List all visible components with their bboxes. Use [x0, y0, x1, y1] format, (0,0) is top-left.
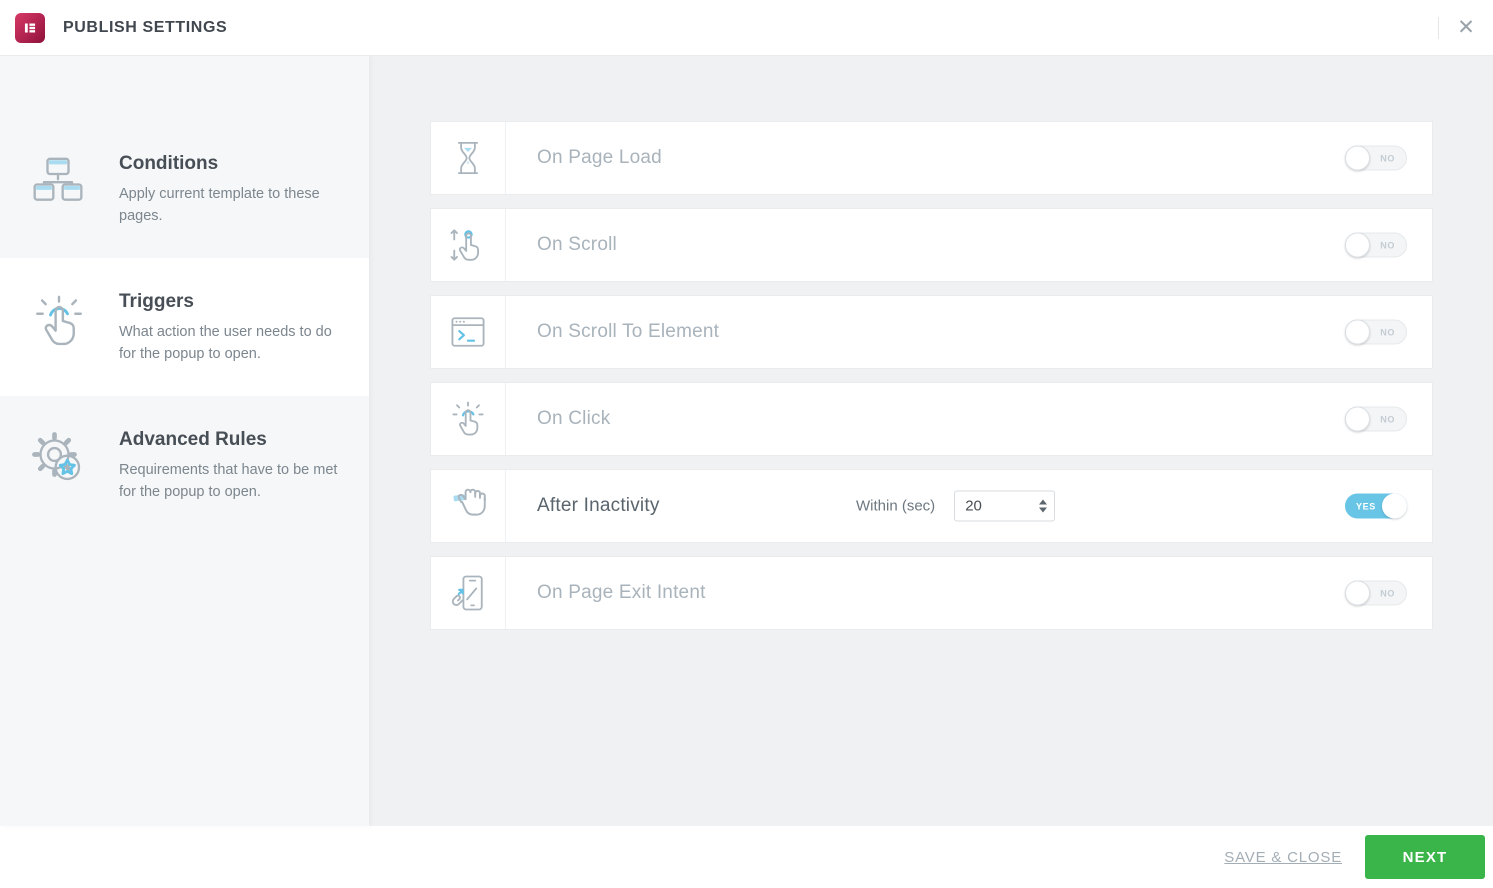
- gear-star-icon: [30, 429, 88, 491]
- trigger-row-on-scroll: On Scroll NO: [431, 209, 1432, 281]
- toggle-state-label: NO: [1380, 414, 1395, 424]
- trigger-toggle-on-scroll-to-element[interactable]: NO: [1345, 319, 1407, 345]
- toggle-knob: [1382, 493, 1407, 519]
- sidebar-item-description: What action the user needs to do for the…: [119, 324, 332, 363]
- sidebar-item-label: Triggers: [119, 291, 194, 312]
- toggle-knob: [1345, 232, 1370, 258]
- trigger-label: On Page Load: [537, 147, 662, 168]
- settings-sidebar: Conditions Apply current template to the…: [0, 56, 369, 826]
- press-hold-hand-icon: [431, 470, 506, 542]
- spinner-down-icon[interactable]: [1039, 507, 1048, 513]
- toggle-knob: [1345, 406, 1370, 432]
- click-hand-icon: [431, 383, 506, 455]
- trigger-label: On Page Exit Intent: [537, 582, 706, 603]
- save-and-close-button[interactable]: SAVE & CLOSE: [1224, 849, 1342, 866]
- toggle-state-label: NO: [1380, 240, 1395, 250]
- trigger-toggle-on-page-load[interactable]: NO: [1345, 145, 1407, 171]
- toggle-state-label: NO: [1380, 153, 1395, 163]
- trigger-row-on-page-load: On Page Load NO: [431, 122, 1432, 194]
- sidebar-item-description: Requirements that have to be met for the…: [119, 462, 338, 501]
- toggle-state-label: NO: [1380, 588, 1395, 598]
- toggle-state-label: NO: [1380, 327, 1395, 337]
- toggle-knob: [1345, 319, 1370, 345]
- sidebar-item-description: Apply current template to these pages.: [119, 186, 320, 225]
- toggle-knob: [1345, 145, 1370, 171]
- trigger-label: On Click: [537, 408, 611, 429]
- trigger-label: On Scroll To Element: [537, 321, 720, 342]
- close-icon[interactable]: ✕: [1439, 0, 1493, 55]
- toggle-state-label: YES: [1356, 501, 1376, 511]
- spinner-up-icon[interactable]: [1039, 499, 1048, 505]
- sidebar-item-conditions[interactable]: Conditions Apply current template to the…: [0, 120, 369, 258]
- number-spinner-icon[interactable]: [1032, 499, 1054, 513]
- within-sec-label: Within (sec): [856, 497, 936, 515]
- window-terminal-icon: [431, 296, 506, 368]
- trigger-row-after-inactivity: After Inactivity Within (sec) YES: [431, 470, 1432, 542]
- sidebar-item-advanced-rules[interactable]: Advanced Rules Requirements that have to…: [0, 396, 369, 534]
- within-sec-input[interactable]: [955, 497, 1033, 515]
- trigger-row-on-page-exit-intent: On Page Exit Intent NO: [431, 557, 1432, 629]
- toggle-knob: [1345, 580, 1370, 606]
- scroll-hand-icon: [431, 209, 506, 281]
- page-title: PUBLISH SETTINGS: [63, 18, 228, 36]
- trigger-toggle-after-inactivity[interactable]: YES: [1345, 493, 1407, 519]
- sidebar-item-label: Conditions: [119, 153, 219, 174]
- tap-hand-icon: [30, 291, 88, 353]
- trigger-label: On Scroll: [537, 234, 617, 255]
- within-sec-field: [954, 490, 1056, 522]
- hourglass-icon: [431, 122, 506, 194]
- dialog-header: PUBLISH SETTINGS ✕: [0, 0, 1493, 56]
- trigger-label: After Inactivity: [537, 495, 660, 516]
- trigger-toggle-on-scroll[interactable]: NO: [1345, 232, 1407, 258]
- sitemap-icon: [30, 153, 88, 215]
- triggers-panel: On Page Load NO On Scroll NO On Scroll T…: [369, 56, 1493, 826]
- trigger-row-on-click: On Click NO: [431, 383, 1432, 455]
- elementor-logo-icon: [15, 12, 45, 43]
- trigger-toggle-on-page-exit-intent[interactable]: NO: [1345, 580, 1407, 606]
- trigger-toggle-on-click[interactable]: NO: [1345, 406, 1407, 432]
- sidebar-item-label: Advanced Rules: [119, 429, 267, 450]
- within-sec-field-group: Within (sec): [856, 490, 1056, 522]
- dialog-footer: SAVE & CLOSE NEXT: [0, 826, 1493, 888]
- phone-exit-icon: [431, 557, 506, 629]
- trigger-row-on-scroll-to-element: On Scroll To Element NO: [431, 296, 1432, 368]
- next-button[interactable]: NEXT: [1365, 835, 1485, 879]
- sidebar-item-triggers[interactable]: Triggers What action the user needs to d…: [0, 258, 369, 396]
